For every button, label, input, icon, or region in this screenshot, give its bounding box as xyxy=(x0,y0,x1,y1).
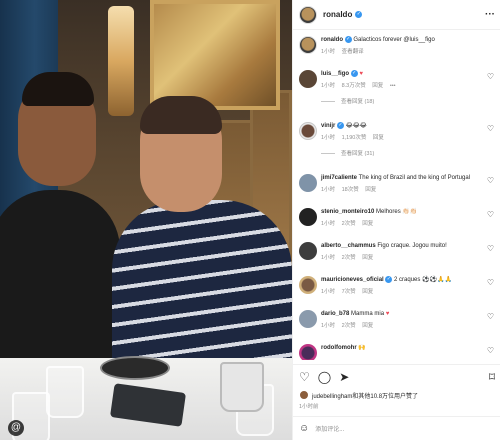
reply-button[interactable]: 回复 xyxy=(362,255,373,261)
likes-text[interactable]: judebellingham和其他10.8万位用户赞了 xyxy=(312,391,418,400)
verified-badge-icon: ✓ xyxy=(337,122,345,129)
comment-likes[interactable]: 2次赞 xyxy=(342,255,356,261)
red-heart-icon: ♥ xyxy=(385,311,390,317)
comment-time: 1小时 xyxy=(321,83,336,90)
comment-more-icon[interactable]: ••• xyxy=(390,83,396,89)
avatar[interactable] xyxy=(299,70,317,88)
comment-text: 🙌 xyxy=(358,345,366,351)
comment-time: 1小时 xyxy=(321,289,336,296)
avatar[interactable] xyxy=(299,36,317,54)
avatar[interactable] xyxy=(299,242,317,260)
avatar[interactable] xyxy=(299,174,317,192)
post-header: ronaldo ✓ ··· xyxy=(293,0,500,30)
comment-username[interactable]: stenio_monteiro10 xyxy=(321,209,374,215)
comment-username[interactable]: jimi7caliente xyxy=(321,175,357,181)
comment-likes[interactable]: 2次赞 xyxy=(342,221,356,227)
post-side-panel: ronaldo ✓ ··· ronaldo ✓ Galacticos forev… xyxy=(292,0,500,440)
avatar[interactable] xyxy=(299,344,317,360)
comment-text: Figo craque. Jogou muito! xyxy=(377,243,447,249)
caption-username[interactable]: ronaldo xyxy=(321,37,343,43)
more-options-icon[interactable]: ··· xyxy=(485,9,495,20)
tag-user-icon[interactable]: @ xyxy=(8,420,24,436)
comment-text: Melhores 👏🏻👏🏻 xyxy=(376,209,418,215)
like-heart-icon[interactable]: ♡ xyxy=(487,244,494,253)
comments-list[interactable]: ronaldo ✓ Galacticos forever @luis__figo… xyxy=(293,30,500,360)
avatar[interactable] xyxy=(299,5,317,24)
save-bookmark-icon[interactable]: ⌑ xyxy=(489,371,495,383)
comment-text: 😂😂😂 xyxy=(345,123,367,130)
like-heart-icon[interactable]: ♡ xyxy=(487,210,494,219)
photo-glass xyxy=(46,366,84,418)
verified-badge-icon: ✓ xyxy=(350,70,358,77)
translate-link[interactable]: 查看翻译 xyxy=(342,49,364,55)
like-heart-icon[interactable]: ♡ xyxy=(487,278,494,287)
photo-cup xyxy=(220,362,264,412)
red-heart-icon: ♥ xyxy=(359,71,363,78)
likes-summary[interactable]: judebellingham和其他10.8万位用户赞了 xyxy=(293,390,500,400)
comment-text: Mamma mia xyxy=(351,311,385,317)
comment-time: 1小时 xyxy=(321,221,336,227)
like-heart-icon[interactable]: ♡ xyxy=(487,124,494,133)
comment-username[interactable]: alberto__chammus xyxy=(321,243,376,249)
reply-button[interactable]: 回复 xyxy=(365,187,376,193)
comment-username[interactable]: rodolfomohr xyxy=(321,345,357,351)
comment-username[interactable]: dario_b78 xyxy=(321,311,349,317)
photo-lamp xyxy=(108,6,134,116)
view-replies-link[interactable]: 查看回复 (18) xyxy=(321,97,485,105)
comment-likes[interactable]: 1,190次赞 xyxy=(342,135,367,141)
person-left-hair xyxy=(22,72,94,106)
comment-likes[interactable]: 7次赞 xyxy=(342,289,356,295)
like-heart-icon[interactable]: ♡ xyxy=(487,72,494,81)
view-replies-link[interactable]: 查看回复 (31) xyxy=(321,149,485,157)
caption-time: 1小时 xyxy=(321,49,336,56)
verified-badge-icon: ✓ xyxy=(385,276,393,283)
reply-button[interactable]: 回复 xyxy=(362,221,373,227)
like-heart-icon[interactable]: ♡ xyxy=(487,312,494,321)
like-heart-icon[interactable]: ♡ xyxy=(299,371,310,383)
comment-likes[interactable]: 2次赞 xyxy=(342,323,356,329)
post-actions-bar: ♡ ◯ ➤ ⌑ xyxy=(293,364,500,388)
comment-username[interactable]: vinijr xyxy=(321,123,335,129)
instagram-post: @ ronaldo ✓ ··· ronaldo ✓ Galacticos for… xyxy=(0,0,500,440)
verified-badge-icon: ✓ xyxy=(355,11,363,18)
reply-button[interactable]: 回复 xyxy=(372,83,383,89)
avatar[interactable] xyxy=(299,310,317,328)
comment-time: 1小时 xyxy=(321,135,336,142)
comment-time: 1小时 xyxy=(321,255,336,261)
comment-likes[interactable]: 8.3万次赞 xyxy=(342,83,366,89)
like-heart-icon[interactable]: ♡ xyxy=(487,176,494,185)
comment-likes[interactable]: 18次赞 xyxy=(342,187,359,193)
avatar[interactable] xyxy=(299,276,317,294)
caption-text: Galacticos forever @luis__figo xyxy=(353,37,435,44)
share-icon[interactable]: ➤ xyxy=(339,371,349,383)
comment-text: 2 craques ⚽⚽🙏🙏 xyxy=(394,277,452,284)
comment-icon[interactable]: ◯ xyxy=(318,371,331,383)
avatar[interactable] xyxy=(299,390,309,400)
reply-button[interactable]: 回复 xyxy=(362,289,373,295)
photo-plate xyxy=(100,356,170,380)
like-heart-icon[interactable]: ♡ xyxy=(487,346,494,355)
add-comment-input[interactable]: 添加评论... xyxy=(315,424,344,433)
avatar[interactable] xyxy=(299,122,317,140)
emoji-smile-icon[interactable]: ☺ xyxy=(299,423,309,434)
post-photo[interactable]: @ xyxy=(0,0,292,440)
header-username[interactable]: ronaldo xyxy=(323,10,352,19)
comment-text: The king of Brazil and the king of Portu… xyxy=(358,175,470,181)
comment-username[interactable]: luis__figo xyxy=(321,71,349,77)
photo-painting xyxy=(150,0,280,110)
add-comment-bar: ☺ 添加评论... xyxy=(293,416,500,440)
person-right-hair xyxy=(140,96,222,134)
verified-badge-icon: ✓ xyxy=(344,36,352,43)
comment-time: 1小时 xyxy=(321,323,336,329)
comment-username[interactable]: mauricioneves_oficial xyxy=(321,277,384,283)
comment-time: 1小时 xyxy=(321,187,336,193)
avatar[interactable] xyxy=(299,208,317,226)
reply-button[interactable]: 回复 xyxy=(373,135,384,141)
post-date: 1小时前 xyxy=(299,404,319,410)
reply-button[interactable]: 回复 xyxy=(362,323,373,329)
